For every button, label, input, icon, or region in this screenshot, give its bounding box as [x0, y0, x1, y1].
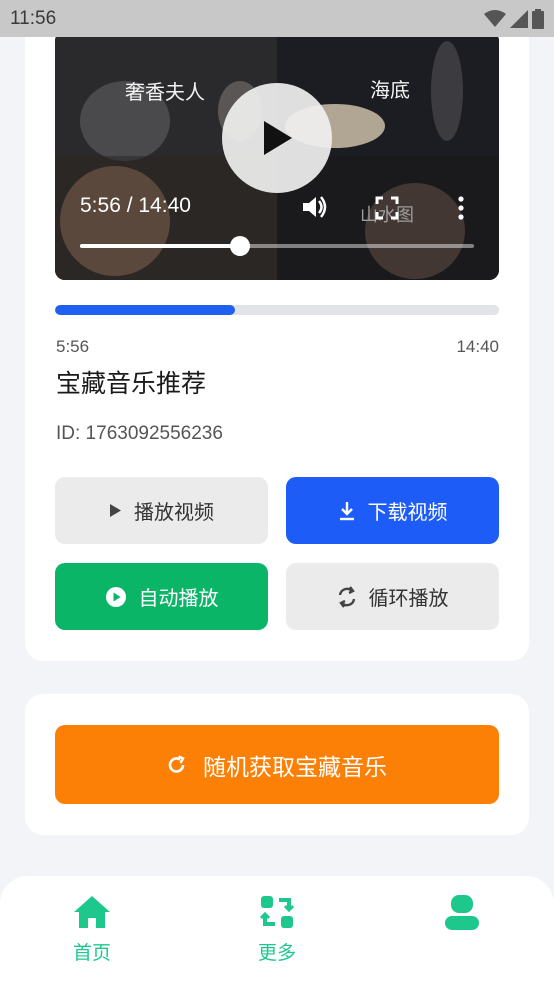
- more-options-icon[interactable]: [455, 196, 467, 220]
- download-video-button[interactable]: 下载视频: [286, 477, 499, 544]
- download-icon: [339, 501, 354, 520]
- playback-progress-bar: [55, 305, 499, 315]
- song-title: 宝藏音乐推荐: [56, 369, 207, 398]
- nav-home-label: 首页: [72, 942, 111, 964]
- random-fetch-label: 随机获取宝藏音乐: [203, 754, 387, 781]
- video-time-label: 5:56 / 14:40: [80, 194, 191, 217]
- home-icon: [74, 896, 110, 928]
- play-icon: [264, 121, 292, 155]
- random-fetch-button[interactable]: 随机获取宝藏音乐: [55, 725, 499, 804]
- battery-icon: [532, 8, 544, 29]
- user-icon: [445, 895, 479, 930]
- loop-play-label: 循环播放: [368, 586, 449, 610]
- thumbnail-caption-2: 海底: [370, 78, 410, 102]
- download-video-label: 下载视频: [367, 500, 448, 524]
- video-player[interactable]: 奢香夫人 海底 山水图 5:56 / 14:40: [55, 31, 499, 280]
- nav-item-profile[interactable]: [412, 894, 512, 940]
- bottom-nav: 首页 更多: [0, 876, 554, 984]
- play-circle-icon: [105, 586, 126, 607]
- fullscreen-icon[interactable]: [375, 196, 399, 220]
- status-bar: 11:56: [0, 0, 554, 37]
- play-icon: [110, 504, 121, 517]
- loop-icon: [338, 585, 355, 608]
- play-button[interactable]: [222, 83, 332, 193]
- total-time: 14:40: [456, 337, 499, 356]
- exchange-icon: [259, 896, 295, 928]
- autoplay-button[interactable]: 自动播放: [55, 563, 268, 630]
- status-time: 11:56: [10, 7, 57, 29]
- seek-bar-fill: [80, 244, 240, 248]
- current-time: 5:56: [56, 337, 90, 356]
- loop-play-button[interactable]: 循环播放: [286, 563, 499, 630]
- nav-item-more[interactable]: 更多: [227, 894, 327, 965]
- play-video-button[interactable]: 播放视频: [55, 477, 268, 544]
- wifi-icon: [484, 9, 506, 27]
- status-icons: [484, 8, 544, 29]
- seek-bar[interactable]: [80, 236, 474, 256]
- refresh-icon: [168, 754, 185, 773]
- playback-progress-fill: [55, 305, 235, 315]
- volume-icon[interactable]: [300, 193, 328, 221]
- nav-item-home[interactable]: 首页: [42, 894, 142, 965]
- song-id: ID: 1763092556236: [56, 423, 223, 444]
- play-video-label: 播放视频: [134, 500, 214, 524]
- signal-icon: [510, 9, 528, 28]
- nav-more-label: 更多: [257, 942, 296, 964]
- autoplay-label: 自动播放: [138, 586, 219, 610]
- seek-bar-thumb[interactable]: [229, 236, 250, 256]
- thumbnail-caption-1: 奢香夫人: [125, 80, 205, 104]
